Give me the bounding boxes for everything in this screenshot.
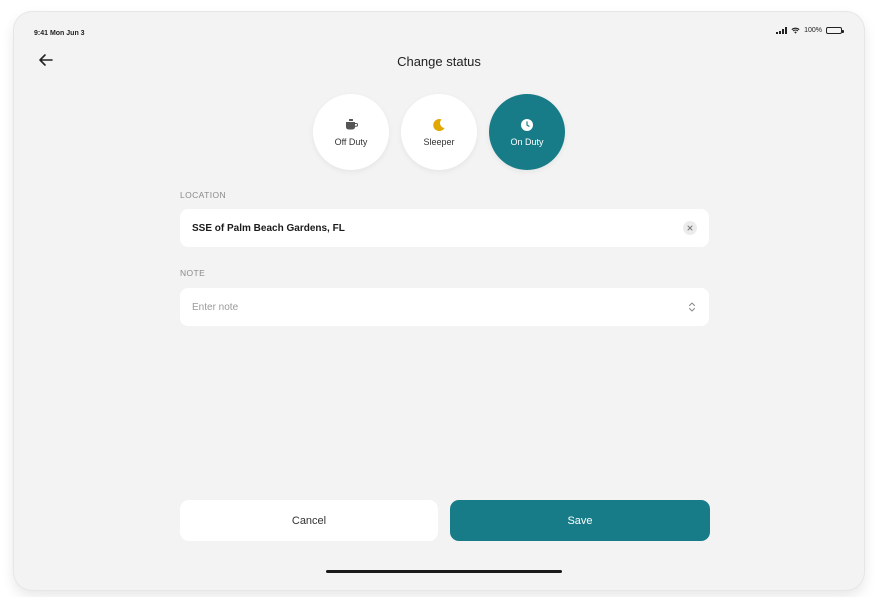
home-indicator[interactable] [326,570,562,573]
note-field[interactable] [180,288,709,326]
wifi-icon [791,27,800,34]
status-option-off-duty[interactable]: Off Duty [313,94,389,170]
status-option-on-duty[interactable]: On Duty [489,94,565,170]
status-bar: 9:41 Mon Jun 3 100% [14,12,864,46]
cancel-button[interactable]: Cancel [180,500,438,541]
location-input[interactable] [192,222,683,234]
cellular-signal-icon [776,27,788,34]
tablet-screen: 9:41 Mon Jun 3 100% Change status Off Du… [14,12,864,590]
moon-icon [432,118,446,132]
status-option-label: On Duty [510,136,544,147]
status-indicators: 100% [776,27,844,34]
clock-icon [520,118,534,132]
status-option-label: Sleeper [423,136,455,147]
chevron-up-down-icon[interactable] [687,300,697,314]
save-button[interactable]: Save [450,500,710,541]
note-input[interactable] [192,301,687,313]
status-option-sleeper[interactable]: Sleeper [401,94,477,170]
close-icon [687,225,693,231]
status-option-label: Off Duty [334,136,368,147]
location-field[interactable] [180,209,709,247]
status-time: 9:41 Mon Jun 3 [34,30,85,37]
coffee-cup-icon [344,118,358,132]
clear-location-button[interactable] [683,221,697,235]
battery-icon [826,27,844,34]
battery-percentage: 100% [804,27,822,34]
status-options: Off Duty Sleeper On Duty [14,94,864,170]
note-label: NOTE [180,268,206,278]
page-title: Change status [397,54,481,69]
location-label: LOCATION [180,190,227,200]
